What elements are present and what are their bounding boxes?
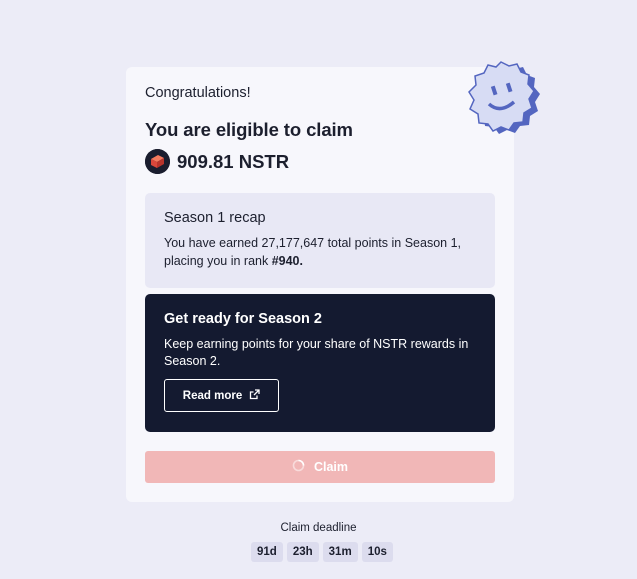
claim-amount-row: 909.81 NSTR — [145, 149, 289, 174]
recap-text-body: You have earned 27,177,647 total points … — [164, 236, 461, 268]
countdown-minutes: 31m — [322, 542, 358, 562]
read-more-button[interactable]: Read more — [164, 379, 279, 412]
season2-title: Get ready for Season 2 — [164, 311, 322, 327]
congrats-text: Congratulations! — [145, 85, 251, 101]
countdown-seconds: 10s — [361, 542, 393, 562]
season2-text: Keep earning points for your share of NS… — [164, 337, 469, 368]
season1-recap-panel: Season 1 recap You have earned 27,177,64… — [145, 193, 495, 288]
spinner-icon — [292, 459, 305, 475]
claim-countdown: 91d 23h 31m 10s — [251, 542, 393, 562]
countdown-days: 91d — [251, 542, 283, 562]
recap-text: You have earned 27,177,647 total points … — [164, 235, 476, 270]
claim-card: Congratulations! You are eligible to cla… — [126, 67, 514, 502]
smiley-gear-mascot-icon — [462, 56, 548, 156]
claim-amount: 909.81 NSTR — [177, 150, 290, 172]
claim-deadline-label: Claim deadline — [280, 522, 357, 534]
read-more-label: Read more — [182, 389, 243, 402]
claim-label: Claim — [313, 460, 349, 474]
external-link-icon — [249, 388, 260, 403]
recap-rank: #940. — [271, 253, 303, 268]
eligible-title: You are eligible to claim — [145, 119, 353, 140]
nstr-token-icon — [145, 149, 170, 174]
recap-title: Season 1 recap — [164, 210, 266, 226]
countdown-hours: 23h — [286, 542, 319, 562]
claim-button[interactable]: Claim — [145, 451, 495, 483]
season2-panel: Get ready for Season 2 Keep earning poin… — [145, 294, 495, 432]
